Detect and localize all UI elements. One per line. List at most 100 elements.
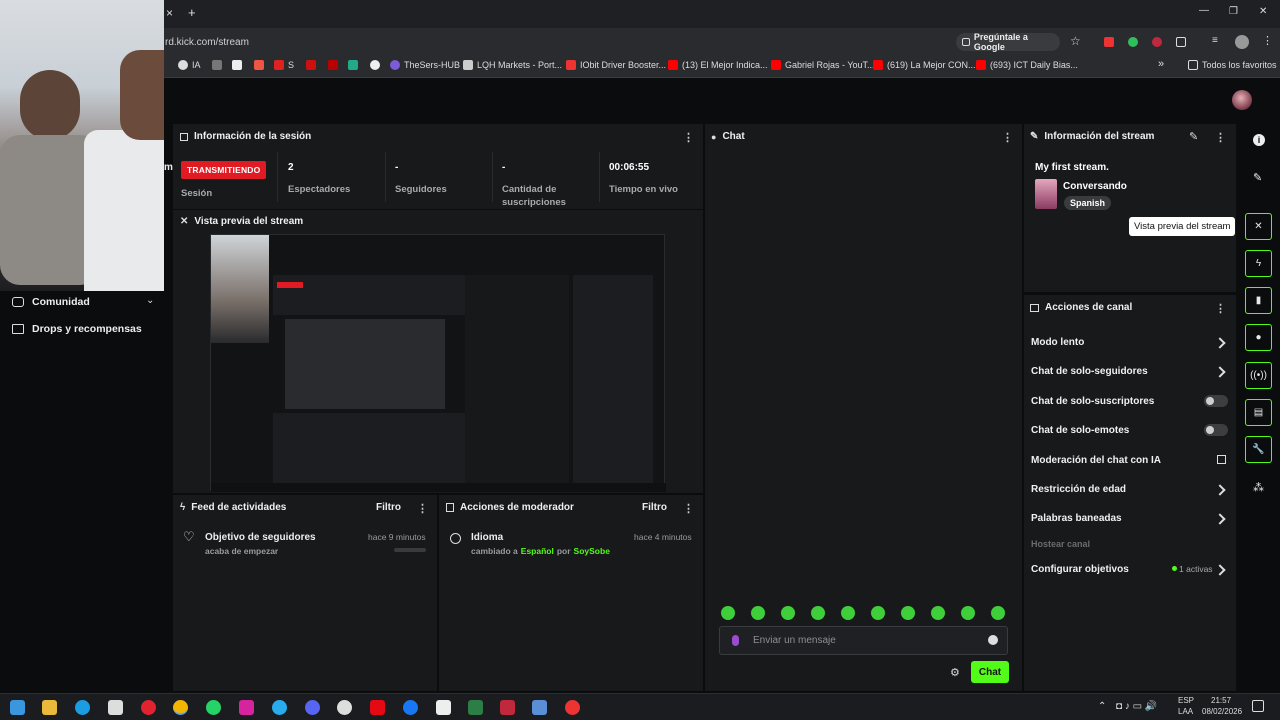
chat-toggle[interactable]: ● [1245, 324, 1272, 351]
share-icon[interactable]: ⁂ [1253, 481, 1264, 494]
emoji-icon[interactable] [988, 635, 998, 645]
action-configure-goals[interactable]: Configurar objetivos [1031, 564, 1129, 575]
action-slow-mode[interactable]: Modo lento [1031, 337, 1084, 348]
bookmark-item[interactable] [306, 60, 316, 70]
pencil-icon[interactable]: ✎ [1253, 171, 1262, 184]
new-tab-button[interactable]: + [188, 5, 196, 20]
stream-info-menu-icon[interactable]: ⋮ [1215, 131, 1226, 144]
chrome-icon[interactable] [173, 700, 188, 715]
bookmark-item[interactable]: S [274, 60, 294, 70]
whatsapp-icon[interactable] [206, 700, 221, 715]
bookmark-item[interactable] [348, 60, 358, 70]
extension-icon[interactable] [1152, 37, 1162, 47]
bookmark-item[interactable] [232, 60, 242, 70]
emote-icon[interactable] [961, 606, 975, 620]
bookmark-item[interactable] [370, 60, 380, 70]
obs-icon[interactable] [565, 700, 580, 715]
bookmark-item[interactable]: TheSers-HUB [390, 60, 460, 70]
bookmark-item[interactable] [212, 60, 222, 70]
all-favorites-button[interactable]: Todos los favoritos [1188, 60, 1277, 70]
tray-icons[interactable]: ◘ ♪ ▭ 🔊 [1116, 701, 1157, 712]
moderator-menu-icon[interactable]: ⋮ [683, 502, 694, 515]
info-icon[interactable]: i [1253, 134, 1265, 146]
star-icon[interactable]: ☆ [1070, 34, 1081, 48]
action-ai-moderation[interactable]: Moderación del chat con IA [1031, 455, 1161, 466]
emote-icon[interactable] [841, 606, 855, 620]
url-field[interactable]: rd.kick.com/stream [165, 37, 249, 48]
clock-time[interactable]: 21:57 [1211, 696, 1231, 705]
gear-icon[interactable]: ⚙ [950, 666, 960, 679]
app-icon[interactable] [532, 700, 547, 715]
extension-icon[interactable] [1104, 37, 1114, 47]
puzzle-icon[interactable] [1176, 37, 1186, 47]
stream-preview-toggle[interactable]: ✕ [1245, 213, 1272, 240]
minimize-button[interactable]: — [1199, 5, 1209, 16]
session-menu-icon[interactable]: ⋮ [683, 131, 694, 144]
clock-date[interactable]: 08/02/2026 [1202, 707, 1242, 716]
edit-icon[interactable]: ✎ [1189, 130, 1198, 143]
chat-input-placeholder[interactable]: Enviar un mensaje [753, 635, 836, 646]
emote-icon[interactable] [721, 606, 735, 620]
store-icon[interactable] [108, 700, 123, 715]
channel-actions-toggle[interactable]: ▤ [1245, 399, 1272, 426]
emote-icon[interactable] [931, 606, 945, 620]
bookmark-item[interactable]: (13) El Mejor Indica... [668, 60, 768, 70]
emote-icon[interactable] [811, 606, 825, 620]
microphone-icon[interactable] [732, 635, 739, 646]
bookmark-item[interactable] [328, 60, 338, 70]
category-thumbnail[interactable] [1035, 179, 1057, 209]
emote-icon[interactable] [871, 606, 885, 620]
chevron-down-icon[interactable]: ⌄ [146, 295, 154, 306]
opera-icon[interactable] [141, 700, 156, 715]
chatgpt-icon[interactable] [337, 700, 352, 715]
sidebar-item-comunidad[interactable]: Comunidad [12, 296, 90, 308]
chat-send-button[interactable]: Chat [971, 661, 1009, 683]
bookmark-item[interactable] [254, 60, 264, 70]
emotes-only-toggle[interactable] [1204, 424, 1228, 436]
maximize-button[interactable]: ❐ [1229, 6, 1238, 17]
emote-icon[interactable] [781, 606, 795, 620]
facebook-icon[interactable] [403, 700, 418, 715]
activity-menu-icon[interactable]: ⋮ [417, 502, 428, 515]
language-indicator[interactable]: ESP [1178, 696, 1194, 705]
broadcast-toggle[interactable]: ((•)) [1245, 362, 1272, 389]
edge-icon[interactable] [75, 700, 90, 715]
action-banned-words[interactable]: Palabras baneadas [1031, 513, 1122, 524]
more-vert-icon[interactable]: ⋮ [1262, 34, 1273, 47]
bookmark-item[interactable]: Gabriel Rojas - YouT... [771, 60, 875, 70]
chat-menu-icon[interactable]: ⋮ [1002, 131, 1013, 144]
channel-actions-menu-icon[interactable]: ⋮ [1215, 302, 1226, 315]
ask-google-button[interactable]: Pregúntale a Google [956, 32, 1060, 52]
tab-close-icon[interactable]: × [166, 6, 173, 20]
region-indicator[interactable]: LAA [1178, 707, 1193, 716]
emote-icon[interactable] [991, 606, 1005, 620]
stream-info-toggle[interactable]: 🔧 [1245, 436, 1272, 463]
bookmark-item[interactable]: IA [178, 60, 201, 70]
emote-icon[interactable] [751, 606, 765, 620]
bookmark-item[interactable]: IObit Driver Booster... [566, 60, 666, 70]
chat-input-box[interactable]: Enviar un mensaje [719, 626, 1008, 655]
netflix-icon[interactable] [370, 700, 385, 715]
bookmark-item[interactable]: (693) ICT Daily Bias... [976, 60, 1078, 70]
bookmark-item[interactable]: (619) La Mejor CON... [873, 60, 976, 70]
app-icon[interactable] [500, 700, 515, 715]
windows-start-icon[interactable] [10, 700, 25, 715]
tray-chevron-icon[interactable]: ⌃ [1098, 701, 1106, 712]
action-followers-only[interactable]: Chat de solo-seguidores [1031, 366, 1148, 377]
bookmark-item[interactable]: LQH Markets - Port... [463, 60, 562, 70]
emote-icon[interactable] [901, 606, 915, 620]
profile-avatar[interactable] [1235, 35, 1249, 49]
user-avatar[interactable] [1232, 90, 1252, 110]
tradingview-icon[interactable] [436, 700, 451, 715]
discord-icon[interactable] [305, 700, 320, 715]
sidebar-item-drops[interactable]: Drops y recompensas [12, 323, 142, 335]
detail-user[interactable]: SoySobe [574, 546, 610, 556]
action-age-restriction[interactable]: Restricción de edad [1031, 484, 1126, 495]
shield-icon[interactable] [1128, 37, 1138, 47]
activity-filter-button[interactable]: Filtro [376, 502, 401, 513]
file-explorer-icon[interactable] [42, 700, 57, 715]
close-window-button[interactable]: ✕ [1259, 6, 1267, 17]
stream-category[interactable]: Conversando [1063, 181, 1127, 192]
moderator-actions-toggle[interactable]: ▮ [1245, 287, 1272, 314]
moderator-filter-button[interactable]: Filtro [642, 502, 667, 513]
